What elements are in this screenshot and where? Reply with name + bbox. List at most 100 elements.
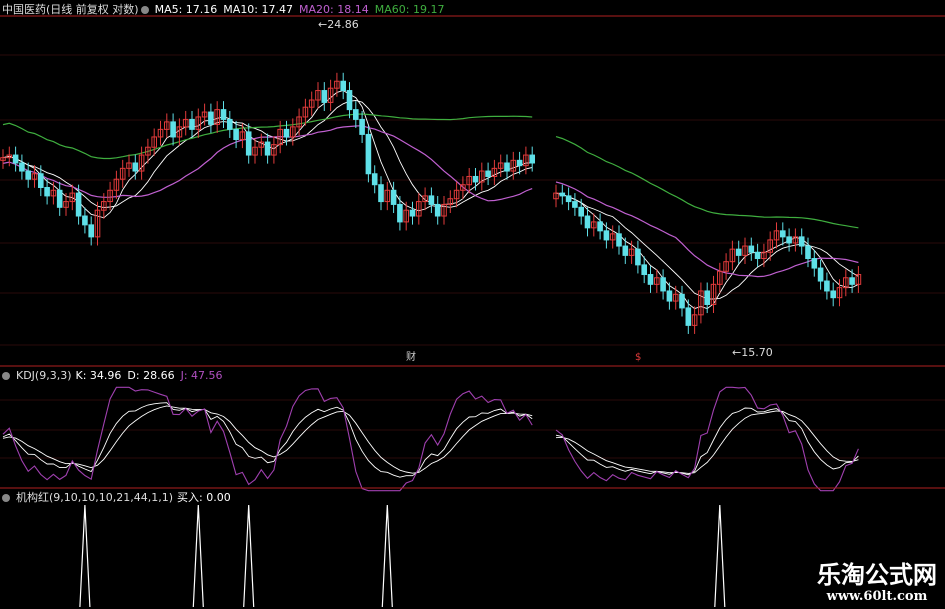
ma20-label: MA20: 18.14 xyxy=(299,3,369,16)
ma60-line xyxy=(555,136,859,229)
watermark: 乐淘公式网 www.60lt.com xyxy=(817,561,937,605)
down-candle xyxy=(635,248,641,266)
down-candle xyxy=(38,173,44,188)
down-candle xyxy=(208,111,214,125)
down-candle xyxy=(25,170,31,180)
down-candle xyxy=(529,154,536,164)
kdj-dot-icon[interactable] xyxy=(2,372,10,380)
down-candle xyxy=(409,209,416,217)
down-candle xyxy=(811,258,818,269)
main-chart-header: 中国医药(日线 前复权 对数) MA5: 17.16 MA10: 17.47 MA20… xyxy=(2,3,450,17)
grid-lines xyxy=(0,54,945,459)
down-candle xyxy=(340,80,346,92)
down-candle xyxy=(516,159,523,167)
down-candle xyxy=(805,245,811,260)
candlesticks xyxy=(0,72,862,334)
kdj-d-line xyxy=(555,410,859,474)
down-candle xyxy=(233,128,239,141)
low-price-value: 15.70 xyxy=(741,346,773,359)
down-candle xyxy=(359,118,365,135)
down-candle xyxy=(397,203,403,223)
down-candle xyxy=(189,118,195,130)
ma10-label: MA10: 17.47 xyxy=(223,3,294,16)
down-candle xyxy=(264,141,271,156)
kdj-lines xyxy=(2,386,859,492)
down-candle xyxy=(82,215,88,226)
ma60-label: MA60: 19.17 xyxy=(374,3,445,16)
kdj-k-line xyxy=(2,402,533,478)
signal-spikes xyxy=(79,504,726,608)
down-candle xyxy=(597,221,603,232)
down-candle xyxy=(371,173,378,186)
down-candle xyxy=(704,290,711,305)
down-candle xyxy=(817,267,824,282)
down-candle xyxy=(88,224,95,238)
down-candle xyxy=(12,154,19,164)
buy-signal-spike xyxy=(714,504,726,608)
watermark-url: www.60lt.com xyxy=(826,589,928,604)
kdj-header: KDJ(9,3,3) K: 34.96 D: 28.66 J: 47.56 xyxy=(2,369,229,383)
down-candle xyxy=(559,192,566,197)
down-candle xyxy=(798,236,805,247)
down-candle xyxy=(616,233,622,247)
down-candle xyxy=(660,277,666,292)
kdj-j-line xyxy=(555,386,859,492)
kdj-k-line xyxy=(555,407,859,476)
down-candle xyxy=(622,245,629,256)
down-candle xyxy=(485,170,491,177)
down-candle xyxy=(170,121,176,138)
stock-chart xyxy=(0,15,945,608)
down-candle xyxy=(504,162,510,172)
down-candle xyxy=(754,251,761,260)
s-marker[interactable]: $ xyxy=(635,351,641,365)
down-candle xyxy=(780,230,786,238)
down-candle xyxy=(132,162,139,172)
down-candle xyxy=(365,133,372,175)
down-candle xyxy=(578,206,585,217)
cai-marker[interactable]: 财 xyxy=(406,351,416,365)
signal-dot-icon[interactable] xyxy=(2,494,10,502)
settings-dot-icon[interactable] xyxy=(140,6,149,14)
stock-title: 中国医药(日线 前复权 对数) xyxy=(2,3,139,16)
buy-signal-spike xyxy=(381,504,393,608)
down-candle xyxy=(603,230,610,241)
down-candle xyxy=(830,290,837,299)
down-candle xyxy=(666,290,673,302)
down-candle xyxy=(572,201,578,208)
down-candle xyxy=(786,236,792,244)
low-price-annotation: ←15.70 xyxy=(732,346,773,359)
down-candle xyxy=(641,264,648,276)
down-candle xyxy=(849,277,855,285)
buy-signal-spike xyxy=(79,504,91,608)
kdj-k-label: K: 34.96 xyxy=(75,369,122,382)
down-candle xyxy=(428,195,435,205)
buy-signal-spike xyxy=(192,504,204,608)
down-candle xyxy=(735,248,742,256)
ma5-label: MA5: 17.16 xyxy=(154,3,218,16)
signal-title: 机构红(9,10,10,10,21,44,1,1) xyxy=(16,491,174,504)
kdj-title: KDJ(9,3,3) xyxy=(16,369,72,382)
signal-buy-label: 买入: 0.00 xyxy=(177,491,231,504)
down-candle xyxy=(824,280,830,292)
down-candle xyxy=(565,195,572,203)
high-price-annotation: ←24.86 xyxy=(318,18,359,31)
down-candle xyxy=(584,215,591,229)
down-candle xyxy=(390,189,397,205)
high-price-value: 24.86 xyxy=(327,18,359,31)
down-candle xyxy=(647,274,654,285)
buy-signal-spike xyxy=(243,504,255,608)
down-candle xyxy=(353,109,359,120)
down-candle xyxy=(434,203,441,217)
down-candle xyxy=(220,109,227,120)
watermark-title: 乐淘公式网 xyxy=(817,560,937,589)
down-candle xyxy=(679,293,685,309)
down-candle xyxy=(56,189,63,208)
down-candle xyxy=(19,162,25,172)
kdj-j-label: J: 47.56 xyxy=(180,369,223,382)
down-candle xyxy=(378,184,384,203)
down-candle xyxy=(472,175,479,183)
signal-header: 机构红(9,10,10,10,21,44,1,1) 买入: 0.00 xyxy=(2,491,237,505)
kdj-j-line xyxy=(2,386,533,492)
down-candle xyxy=(748,245,755,253)
down-candle xyxy=(44,186,50,197)
